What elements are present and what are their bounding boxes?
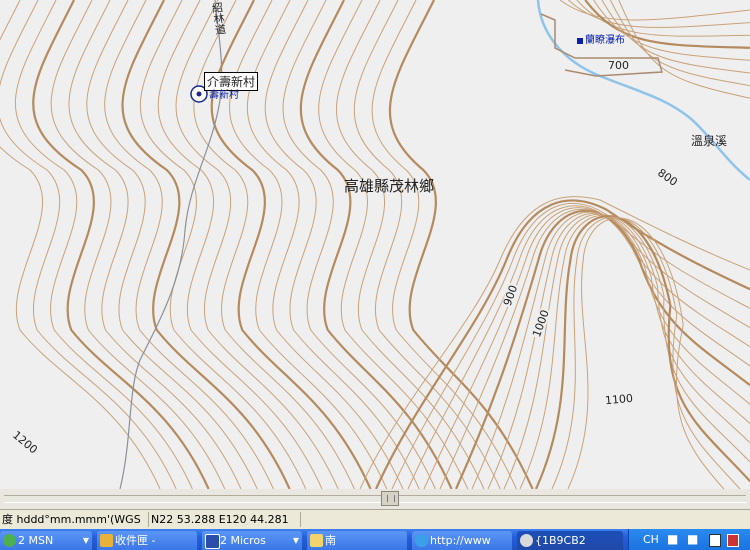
taskbar: 2 MSN ▼ 收件匣 - 2 Micros ▼ 南 http://www {1… <box>0 529 750 550</box>
contour-label-700: 700 <box>607 59 630 72</box>
input-language-indicator[interactable]: CH <box>643 529 659 550</box>
word-icon <box>205 534 220 549</box>
taskbar-item-label: {1B9CB2 <box>535 534 586 547</box>
waterfall-label[interactable]: 蘭瞭瀑布 <box>585 31 625 46</box>
contour-line <box>471 211 750 489</box>
taskbar-item-label: 南 <box>325 534 336 547</box>
taskbar-item-word[interactable]: 2 Micros ▼ <box>202 531 302 550</box>
chevron-down-icon: ▼ <box>82 536 89 545</box>
ime-mode-icon[interactable]: ■ <box>687 529 698 550</box>
taskbar-item-mapsource[interactable]: {1B9CB2 <box>517 531 623 550</box>
keyboard-icon[interactable] <box>709 534 721 547</box>
contour-line <box>14 0 193 489</box>
contour-line <box>388 0 534 489</box>
help-icon[interactable] <box>727 534 739 547</box>
contour-line <box>374 199 750 489</box>
scroll-thumb[interactable] <box>381 491 399 506</box>
contour-line <box>50 0 226 489</box>
taskbar-item-browser[interactable]: http://www <box>412 531 512 550</box>
gps-app-icon <box>520 534 533 547</box>
taskbar-item-folder[interactable]: 南 <box>307 531 407 550</box>
taskbar-item-label: 2 MSN <box>18 534 54 547</box>
contour-map <box>0 0 750 489</box>
taskbar-item-msn[interactable]: 2 MSN ▼ <box>0 531 92 550</box>
taskbar-item-label: http://www <box>430 534 491 547</box>
contour-label-1100: 1100 <box>603 391 635 408</box>
contour-line <box>618 0 750 99</box>
status-cell-empty <box>300 512 750 527</box>
contour-line <box>32 0 210 489</box>
ime-icon[interactable]: ■ <box>667 529 678 550</box>
contour-line <box>519 214 750 489</box>
stream-label: 溫泉溪 <box>691 134 728 148</box>
horizontal-scrollbar[interactable] <box>0 489 750 509</box>
browser-icon <box>415 534 428 547</box>
map-view[interactable]: 紹林道 介壽新村 壽新村 高雄縣茂林鄉 蘭瞭瀑布 溫泉溪 700 800 900… <box>0 0 750 489</box>
folder-icon <box>310 534 323 547</box>
chevron-down-icon: ▼ <box>292 536 299 545</box>
outlook-icon <box>100 534 113 547</box>
msn-icon <box>3 534 16 547</box>
contour-line <box>0 0 177 489</box>
taskbar-item-label: 收件匣 - <box>115 534 156 547</box>
coordinate-format-text: 度 hddd°mm.mmm'(WGS 84) <box>2 513 144 526</box>
cursor-coordinates-text: N22 53.288 E120 44.281 <box>148 512 301 527</box>
taskbar-item-inbox[interactable]: 收件匣 - <box>97 531 197 550</box>
contour-line <box>503 214 750 489</box>
contour-line <box>534 215 750 489</box>
scroll-track[interactable] <box>4 495 746 503</box>
waterfall-marker-icon <box>577 38 583 44</box>
status-bar: 度 hddd°mm.mmm'(WGS 84) N22 53.288 E120 4… <box>0 509 750 529</box>
region-label: 高雄縣茂林鄉 <box>344 177 435 195</box>
contour-line <box>282 0 436 489</box>
taskbar-item-label: 2 Micros <box>220 534 266 547</box>
system-tray: CH ■ ■ <box>628 529 750 550</box>
village-sublabel: 壽新村 <box>209 90 239 101</box>
